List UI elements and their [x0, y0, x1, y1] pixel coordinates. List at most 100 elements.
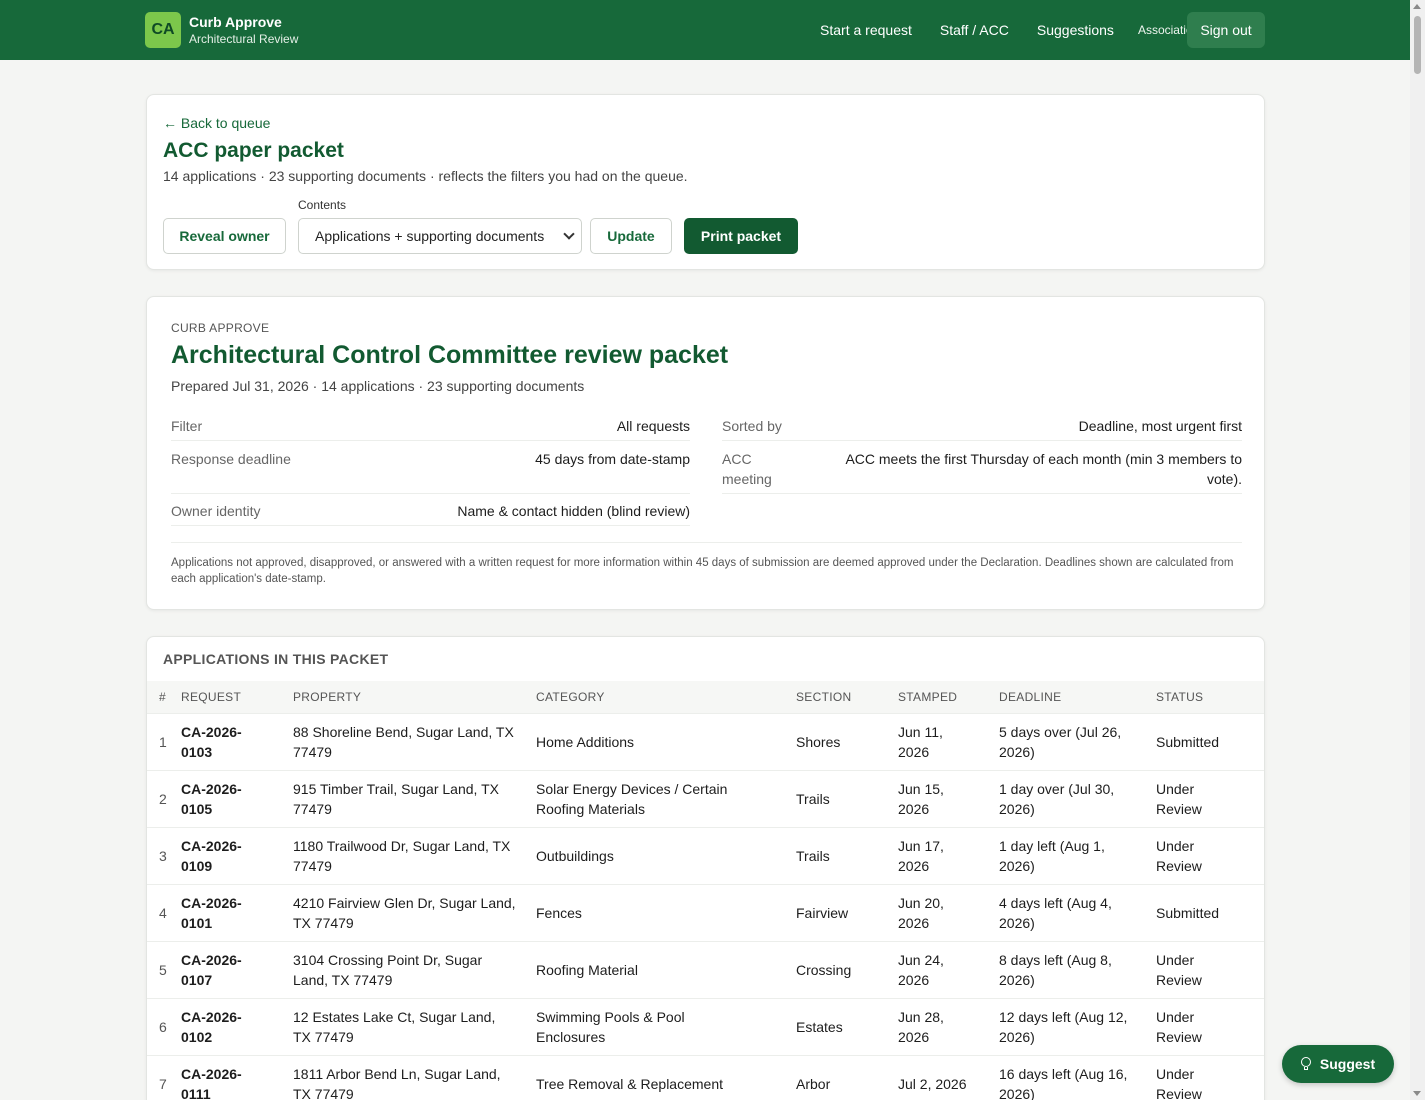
scroll-up-arrow-icon[interactable] [1413, 4, 1421, 9]
request-id[interactable]: CA-2026-0105 [181, 769, 293, 827]
request-id[interactable]: CA-2026-0111 [181, 1054, 293, 1100]
row-number: 1 [147, 712, 181, 770]
table-row[interactable]: 1 CA-2026-0103 88 Shoreline Bend, Sugar … [147, 712, 1264, 770]
meta-label: Owner identity [171, 503, 261, 519]
reveal-owner-button[interactable]: Reveal owner [163, 218, 286, 254]
request-id[interactable]: CA-2026-0101 [181, 883, 293, 941]
deadline: 12 days left (Aug 12, 2026) [999, 997, 1156, 1055]
deadline: 4 days left (Aug 4, 2026) [999, 883, 1156, 941]
row-number: 3 [147, 826, 181, 884]
section: Fairview [796, 883, 898, 941]
column-header: CATEGORY [536, 689, 605, 704]
status: Under Review [1156, 997, 1264, 1055]
contents-select[interactable]: Applications + supporting documents [298, 218, 582, 254]
property-address: 12 Estates Lake Ct, Sugar Land, TX 77479 [293, 997, 536, 1055]
table-row[interactable]: 4 CA-2026-0101 4210 Fairview Glen Dr, Su… [147, 883, 1264, 941]
status: Submitted [1156, 712, 1264, 770]
back-to-queue-link[interactable]: ← Back to queue [163, 115, 270, 131]
meta-label: Filter [171, 418, 203, 434]
meta-filter: Filter All requests [171, 416, 690, 441]
status: Under Review [1156, 769, 1264, 827]
meta-value: Name & contact hidden (blind review) [457, 503, 690, 519]
table-row[interactable]: 3 CA-2026-0109 1180 Trailwood Dr, Sugar … [147, 826, 1264, 884]
deadline: 5 days over (Jul 26, 2026) [999, 712, 1156, 770]
request-id[interactable]: CA-2026-0103 [181, 712, 293, 770]
nav-suggestions[interactable]: Suggestions [1037, 22, 1114, 38]
column-header: STATUS [1156, 689, 1204, 704]
table-row[interactable]: 7 CA-2026-0111 1811 Arbor Bend Ln, Sugar… [147, 1054, 1264, 1100]
app-name: Curb Approve [189, 14, 282, 30]
category: Home Additions [536, 712, 796, 770]
meta-value: 45 days from date-stamp [535, 451, 690, 467]
property-address: 3104 Crossing Point Dr, Sugar Land, TX 7… [293, 940, 536, 998]
section: Shores [796, 712, 898, 770]
table-row[interactable]: 2 CA-2026-0105 915 Timber Trail, Sugar L… [147, 769, 1264, 827]
packet-prepared: Prepared Jul 31, 2026 · 14 applications … [171, 378, 585, 394]
print-packet-button[interactable]: Print packet [684, 218, 798, 254]
applications-table: # REQUEST PROPERTY CATEGORY SECTION STAM… [147, 681, 1264, 1100]
meta-response-deadline: Response deadline 45 days from date-stam… [171, 449, 690, 494]
stamped-date: Jun 11, 2026 [898, 712, 999, 770]
deadline: 8 days left (Aug 8, 2026) [999, 940, 1156, 998]
suggest-button[interactable]: Suggest [1282, 1045, 1394, 1083]
page-title: ACC paper packet [163, 139, 344, 162]
section: Estates [796, 997, 898, 1055]
row-number: 6 [147, 997, 181, 1055]
category: Fences [536, 883, 796, 941]
section: Trails [796, 769, 898, 827]
meta-sorted-by: Sorted by Deadline, most urgent first [722, 416, 1242, 441]
nav-start-request[interactable]: Start a request [820, 22, 912, 38]
packet-summary: 14 applications · 23 supporting document… [163, 168, 688, 184]
property-address: 4210 Fairview Glen Dr, Sugar Land, TX 77… [293, 883, 536, 941]
table-header-row: # REQUEST PROPERTY CATEGORY SECTION STAM… [147, 681, 1264, 713]
deadline: 1 day over (Jul 30, 2026) [999, 769, 1156, 827]
sign-out-button[interactable]: Sign out [1187, 12, 1265, 48]
meta-value: All requests [616, 418, 690, 434]
property-address: 915 Timber Trail, Sugar Land, TX 77479 [293, 769, 536, 827]
table-row[interactable]: 6 CA-2026-0102 12 Estates Lake Ct, Sugar… [147, 997, 1264, 1055]
property-address: 88 Shoreline Bend, Sugar Land, TX 77479 [293, 712, 536, 770]
packet-eyebrow: CURB APPROVE [171, 321, 270, 335]
applications-card: APPLICATIONS IN THIS PACKET # REQUEST PR… [146, 636, 1265, 1100]
meta-acc-meeting: ACC meeting ACC meets the first Thursday… [722, 449, 1242, 494]
table-row[interactable]: 5 CA-2026-0107 3104 Crossing Point Dr, S… [147, 940, 1264, 998]
meta-label: ACC meeting [722, 451, 772, 487]
category: Swimming Pools & Pool Enclosures [536, 997, 796, 1055]
status: Under Review [1156, 826, 1264, 884]
stamped-date: Jun 17, 2026 [898, 826, 999, 884]
property-address: 1811 Arbor Bend Ln, Sugar Land, TX 77479 [293, 1054, 536, 1100]
request-id[interactable]: CA-2026-0109 [181, 826, 293, 884]
deadline: 1 day left (Aug 1, 2026) [999, 826, 1156, 884]
update-button[interactable]: Update [590, 218, 672, 254]
contents-label: Contents [298, 198, 347, 212]
chevron-down-icon [563, 228, 575, 240]
page-scrollbar[interactable] [1410, 0, 1425, 1100]
nav-staff-acc[interactable]: Staff / ACC [940, 22, 1009, 38]
meta-value: ACC meets the first Thursday of each mon… [845, 451, 1242, 487]
property-address: 1180 Trailwood Dr, Sugar Land, TX 77479 [293, 826, 536, 884]
stamped-date: Jun 24, 2026 [898, 940, 999, 998]
scroll-down-arrow-icon[interactable] [1413, 1091, 1421, 1096]
category: Tree Removal & Replacement [536, 1054, 796, 1100]
meta-label: Response deadline [171, 451, 291, 467]
status: Under Review [1156, 1054, 1264, 1100]
app-subtitle: Architectural Review [189, 32, 299, 46]
lightbulb-icon [1300, 1057, 1311, 1071]
meta-owner-identity: Owner identity Name & contact hidden (bl… [171, 501, 690, 526]
brand-logo: CA [145, 12, 181, 48]
request-id[interactable]: CA-2026-0107 [181, 940, 293, 998]
scroll-thumb[interactable] [1414, 16, 1421, 74]
status: Under Review [1156, 940, 1264, 998]
request-id[interactable]: CA-2026-0102 [181, 997, 293, 1055]
divider [171, 542, 1242, 543]
suggest-label: Suggest [1319, 1056, 1376, 1072]
category: Solar Energy Devices / Certain Roofing M… [536, 769, 796, 827]
brand[interactable]: CA Curb Approve Architectural Review [145, 12, 298, 48]
contents-select-value: Applications + supporting documents [315, 228, 545, 244]
row-number: 5 [147, 940, 181, 998]
section: Trails [796, 826, 898, 884]
deadline: 16 days left (Aug 16, 2026) [999, 1054, 1156, 1100]
category: Outbuildings [536, 826, 796, 884]
column-header: SECTION [796, 689, 852, 704]
column-header: DEADLINE [999, 689, 1062, 704]
